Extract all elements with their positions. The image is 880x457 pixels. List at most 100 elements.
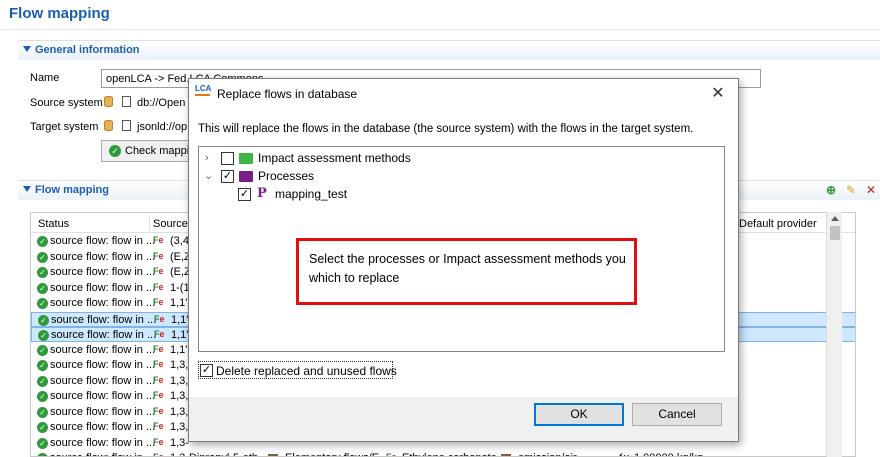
flow-icon: Fe — [153, 436, 164, 447]
column-default-provider[interactable]: Default provider — [739, 218, 817, 230]
status-ok-icon: ✓ — [37, 267, 48, 278]
general-information-label: General information — [35, 44, 140, 56]
status-cell: source flow: flow in ... — [50, 235, 156, 247]
flow-icon: Fe — [153, 374, 164, 385]
status-cell: source flow: flow in ... — [50, 343, 156, 356]
flow-icon: Fe — [153, 235, 164, 245]
column-status[interactable]: Status — [38, 218, 69, 230]
status-ok-icon: ✓ — [37, 298, 48, 309]
mapping-test-label: mapping_test — [275, 187, 348, 201]
status-ok-icon: ✓ — [37, 422, 48, 433]
status-ok-icon: ✓ — [37, 437, 48, 449]
check-ok-icon: ✓ — [109, 145, 121, 157]
status-cell: source flow: flow in ... — [50, 281, 156, 294]
flow-icon: Fe — [153, 421, 164, 431]
column-source[interactable]: Source — [153, 218, 188, 230]
status-ok-icon: ✓ — [37, 406, 48, 418]
check-mappings-button[interactable]: ✓ Check mappin — [101, 140, 195, 162]
status-cell: source flow: flow in ... — [50, 390, 156, 402]
tree-item-mapping-test[interactable]: ✓ P mapping_test — [199, 186, 719, 204]
flow-mapping-label: Flow mapping — [35, 184, 109, 196]
status-cell: source flow: flow in ... — [50, 359, 156, 371]
status-ok-icon: ✓ — [38, 330, 49, 341]
impact-methods-label: Impact assessment methods — [258, 151, 411, 165]
flow-icon: Fe — [154, 313, 165, 324]
category-cell: Elementary flows/E... — [285, 452, 388, 456]
flow-icon: Fe — [153, 405, 164, 416]
dialog-footer: OK Cancel — [189, 397, 738, 441]
table-vertical-scrollbar[interactable] — [826, 212, 842, 457]
chevron-right-icon[interactable]: › — [205, 150, 217, 166]
source-system-value[interactable]: db://Open — [137, 97, 185, 109]
status-cell: source flow: flow in ... — [50, 374, 156, 387]
tree-item-processes[interactable]: ⌄ ✓ Processes — [199, 168, 719, 186]
flow-icon: Fe — [153, 250, 164, 261]
database-icon — [104, 96, 113, 107]
process-icon: P — [257, 186, 267, 201]
flow-icon: Fe — [153, 297, 164, 307]
collapse-triangle-icon[interactable] — [23, 186, 31, 192]
status-cell: source flow: flow in ... — [50, 250, 156, 263]
source-cell: 1-(1 — [170, 281, 190, 294]
editor-title-bar: Flow mapping — [0, 0, 880, 30]
status-ok-icon: ✓ — [37, 282, 48, 294]
add-icon[interactable]: ⊕ — [826, 184, 836, 196]
status-ok-icon: ✓ — [37, 375, 48, 387]
tree-item-impact-methods[interactable]: › Impact assessment methods — [199, 150, 719, 168]
function-icon: ƒx — [617, 452, 629, 456]
processes-checkbox[interactable]: ✓ — [221, 170, 234, 183]
status-ok-icon: ✓ — [37, 236, 48, 247]
document-icon — [122, 120, 131, 131]
status-ok-icon: ✓ — [38, 314, 49, 326]
document-icon — [122, 96, 131, 107]
target-system-label: Target system — [30, 121, 99, 133]
status-cell: source flow: flow in ... — [50, 405, 156, 418]
dialog-message: This will replace the flows in the datab… — [198, 123, 694, 135]
collapse-triangle-icon[interactable] — [23, 46, 31, 52]
editor-title: Flow mapping — [9, 5, 110, 22]
annotation-callout: Select the processes or Impact assessmen… — [296, 238, 637, 305]
delete-replaced-label: Delete replaced and unused flows — [216, 364, 397, 378]
flow-icon: Fe — [153, 343, 164, 354]
edit-icon[interactable]: ✎ — [846, 184, 856, 196]
factor-cell: 1.00000 kg/kg — [634, 452, 703, 456]
folder-icon — [239, 171, 253, 182]
source-cell: 1,3- — [170, 436, 189, 449]
name-label: Name — [30, 72, 60, 84]
delete-icon[interactable]: ✕ — [866, 184, 876, 196]
status-cell: source flow: flow in ... — [50, 452, 155, 456]
flow-icon: Fe — [386, 452, 397, 457]
flow-icon: Fe — [153, 266, 164, 276]
status-cell: source flow: flow in ... — [50, 436, 156, 449]
flow-icon: Fe — [153, 359, 164, 369]
cancel-button[interactable]: Cancel — [632, 403, 722, 426]
delete-replaced-checkbox[interactable]: ✓ — [200, 364, 213, 377]
close-icon[interactable]: ✕ — [707, 83, 729, 105]
scroll-up-icon[interactable] — [831, 216, 839, 221]
ok-button[interactable]: OK — [534, 403, 624, 426]
chevron-down-icon[interactable]: ⌄ — [204, 168, 216, 184]
flow-icon: Fe — [153, 390, 164, 400]
status-cell: source flow: flow in ... — [50, 266, 156, 278]
status-cell: source flow: flow in ... — [51, 329, 157, 341]
flow-icon: Fe — [153, 452, 164, 457]
status-cell: source flow: flow in ... — [51, 313, 157, 326]
flow-icon: Fe — [153, 281, 164, 292]
status-ok-icon: ✓ — [37, 391, 48, 402]
compartment-cell: emission/air — [518, 452, 577, 456]
impact-methods-checkbox[interactable] — [221, 152, 234, 165]
status-cell: source flow: flow in ... — [50, 297, 156, 309]
folder-icon — [239, 153, 253, 164]
annotation-text: Select the processes or Impact assessmen… — [309, 252, 626, 285]
scroll-thumb[interactable] — [830, 226, 840, 240]
delete-replaced-flows-option[interactable]: ✓ Delete replaced and unused flows — [198, 361, 397, 379]
flow-icon: Fe — [154, 329, 165, 339]
table-row[interactable]: ✓source flow: flow in ...Fe1,3-Dipropyl-… — [31, 451, 855, 457]
status-ok-icon: ✓ — [37, 453, 48, 456]
source-system-label: Source system — [30, 97, 103, 109]
general-information-section-header[interactable]: General information — [18, 40, 880, 60]
table-actions: ⊕ ✎ ✕ — [826, 184, 880, 198]
check-mappings-label: Check mappin — [125, 145, 196, 157]
target-system-value[interactable]: jsonld://op — [137, 121, 187, 133]
mapping-test-checkbox[interactable]: ✓ — [238, 188, 251, 201]
